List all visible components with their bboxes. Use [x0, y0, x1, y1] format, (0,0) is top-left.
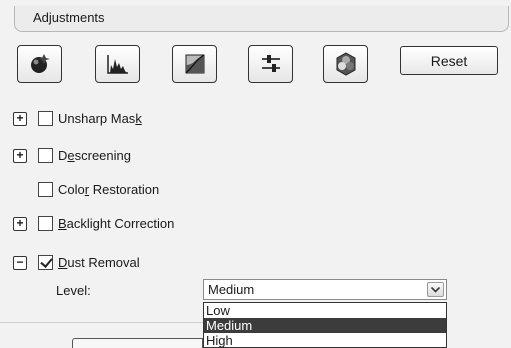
- level-dropdown-list: Low Medium High: [203, 302, 447, 348]
- reset-button[interactable]: Reset: [400, 46, 498, 75]
- descreening-access-key: e: [67, 148, 75, 163]
- chevron-down-icon[interactable]: [427, 282, 444, 297]
- partial-button[interactable]: [72, 338, 203, 348]
- tone-curve-button[interactable]: [172, 45, 217, 83]
- level-label: Level:: [56, 283, 91, 298]
- level-select[interactable]: Medium: [203, 279, 447, 300]
- dust-removal-label[interactable]: Dust Removal: [58, 255, 140, 270]
- image-adjust-sliders-icon: [259, 53, 283, 75]
- descreening-label-text-rest: screening: [74, 148, 131, 163]
- dust-removal-access-key: D: [58, 255, 68, 270]
- histogram-icon: [106, 53, 130, 75]
- divider: [0, 322, 203, 323]
- descreening-checkbox[interactable]: [38, 148, 53, 163]
- level-select-value: Medium: [208, 282, 255, 297]
- dust-removal-label-text-rest: ust Removal: [67, 255, 140, 270]
- adjustments-title: Adjustments: [33, 10, 105, 25]
- level-option-low[interactable]: Low: [204, 303, 446, 318]
- descreening-label-text: D: [58, 148, 68, 163]
- color-restoration-checkbox[interactable]: [38, 182, 53, 197]
- level-option-medium[interactable]: Medium: [204, 318, 446, 333]
- adjustments-group-header: Adjustments: [14, 6, 509, 32]
- color-restoration-label[interactable]: Color Restoration: [58, 182, 159, 197]
- backlight-correction-expand-toggle[interactable]: +: [13, 217, 27, 231]
- dust-removal-expand-toggle[interactable]: −: [13, 256, 27, 270]
- unsharp-mask-checkbox[interactable]: [38, 111, 53, 126]
- backlight-correction-checkbox[interactable]: [38, 216, 53, 231]
- color-restoration-label-text: Colo: [58, 182, 85, 197]
- color-palette-icon: [333, 51, 359, 77]
- dust-removal-checkbox[interactable]: [38, 255, 53, 270]
- image-adjust-button[interactable]: [248, 45, 293, 83]
- descreening-expand-toggle[interactable]: +: [13, 149, 27, 163]
- unsharp-mask-expand-toggle[interactable]: +: [13, 112, 27, 126]
- backlight-correction-label-text-rest: acklight Correction: [66, 216, 175, 231]
- unsharp-mask-label[interactable]: Unsharp Mask: [58, 111, 142, 126]
- auto-adjust-icon: [27, 51, 53, 77]
- tone-curve-icon: [183, 53, 207, 75]
- backlight-correction-access-key: B: [58, 216, 67, 231]
- histogram-button[interactable]: [95, 45, 140, 83]
- unsharp-mask-label-text: Unsharp Mas: [58, 111, 136, 126]
- backlight-correction-label[interactable]: Backlight Correction: [58, 216, 174, 231]
- level-option-high[interactable]: High: [204, 333, 446, 348]
- color-restoration-label-text-rest: Restoration: [89, 182, 160, 197]
- unsharp-mask-access-key: k: [135, 111, 142, 126]
- auto-adjust-button[interactable]: [17, 45, 62, 83]
- descreening-label[interactable]: Descreening: [58, 148, 131, 163]
- color-palette-button[interactable]: [323, 45, 368, 83]
